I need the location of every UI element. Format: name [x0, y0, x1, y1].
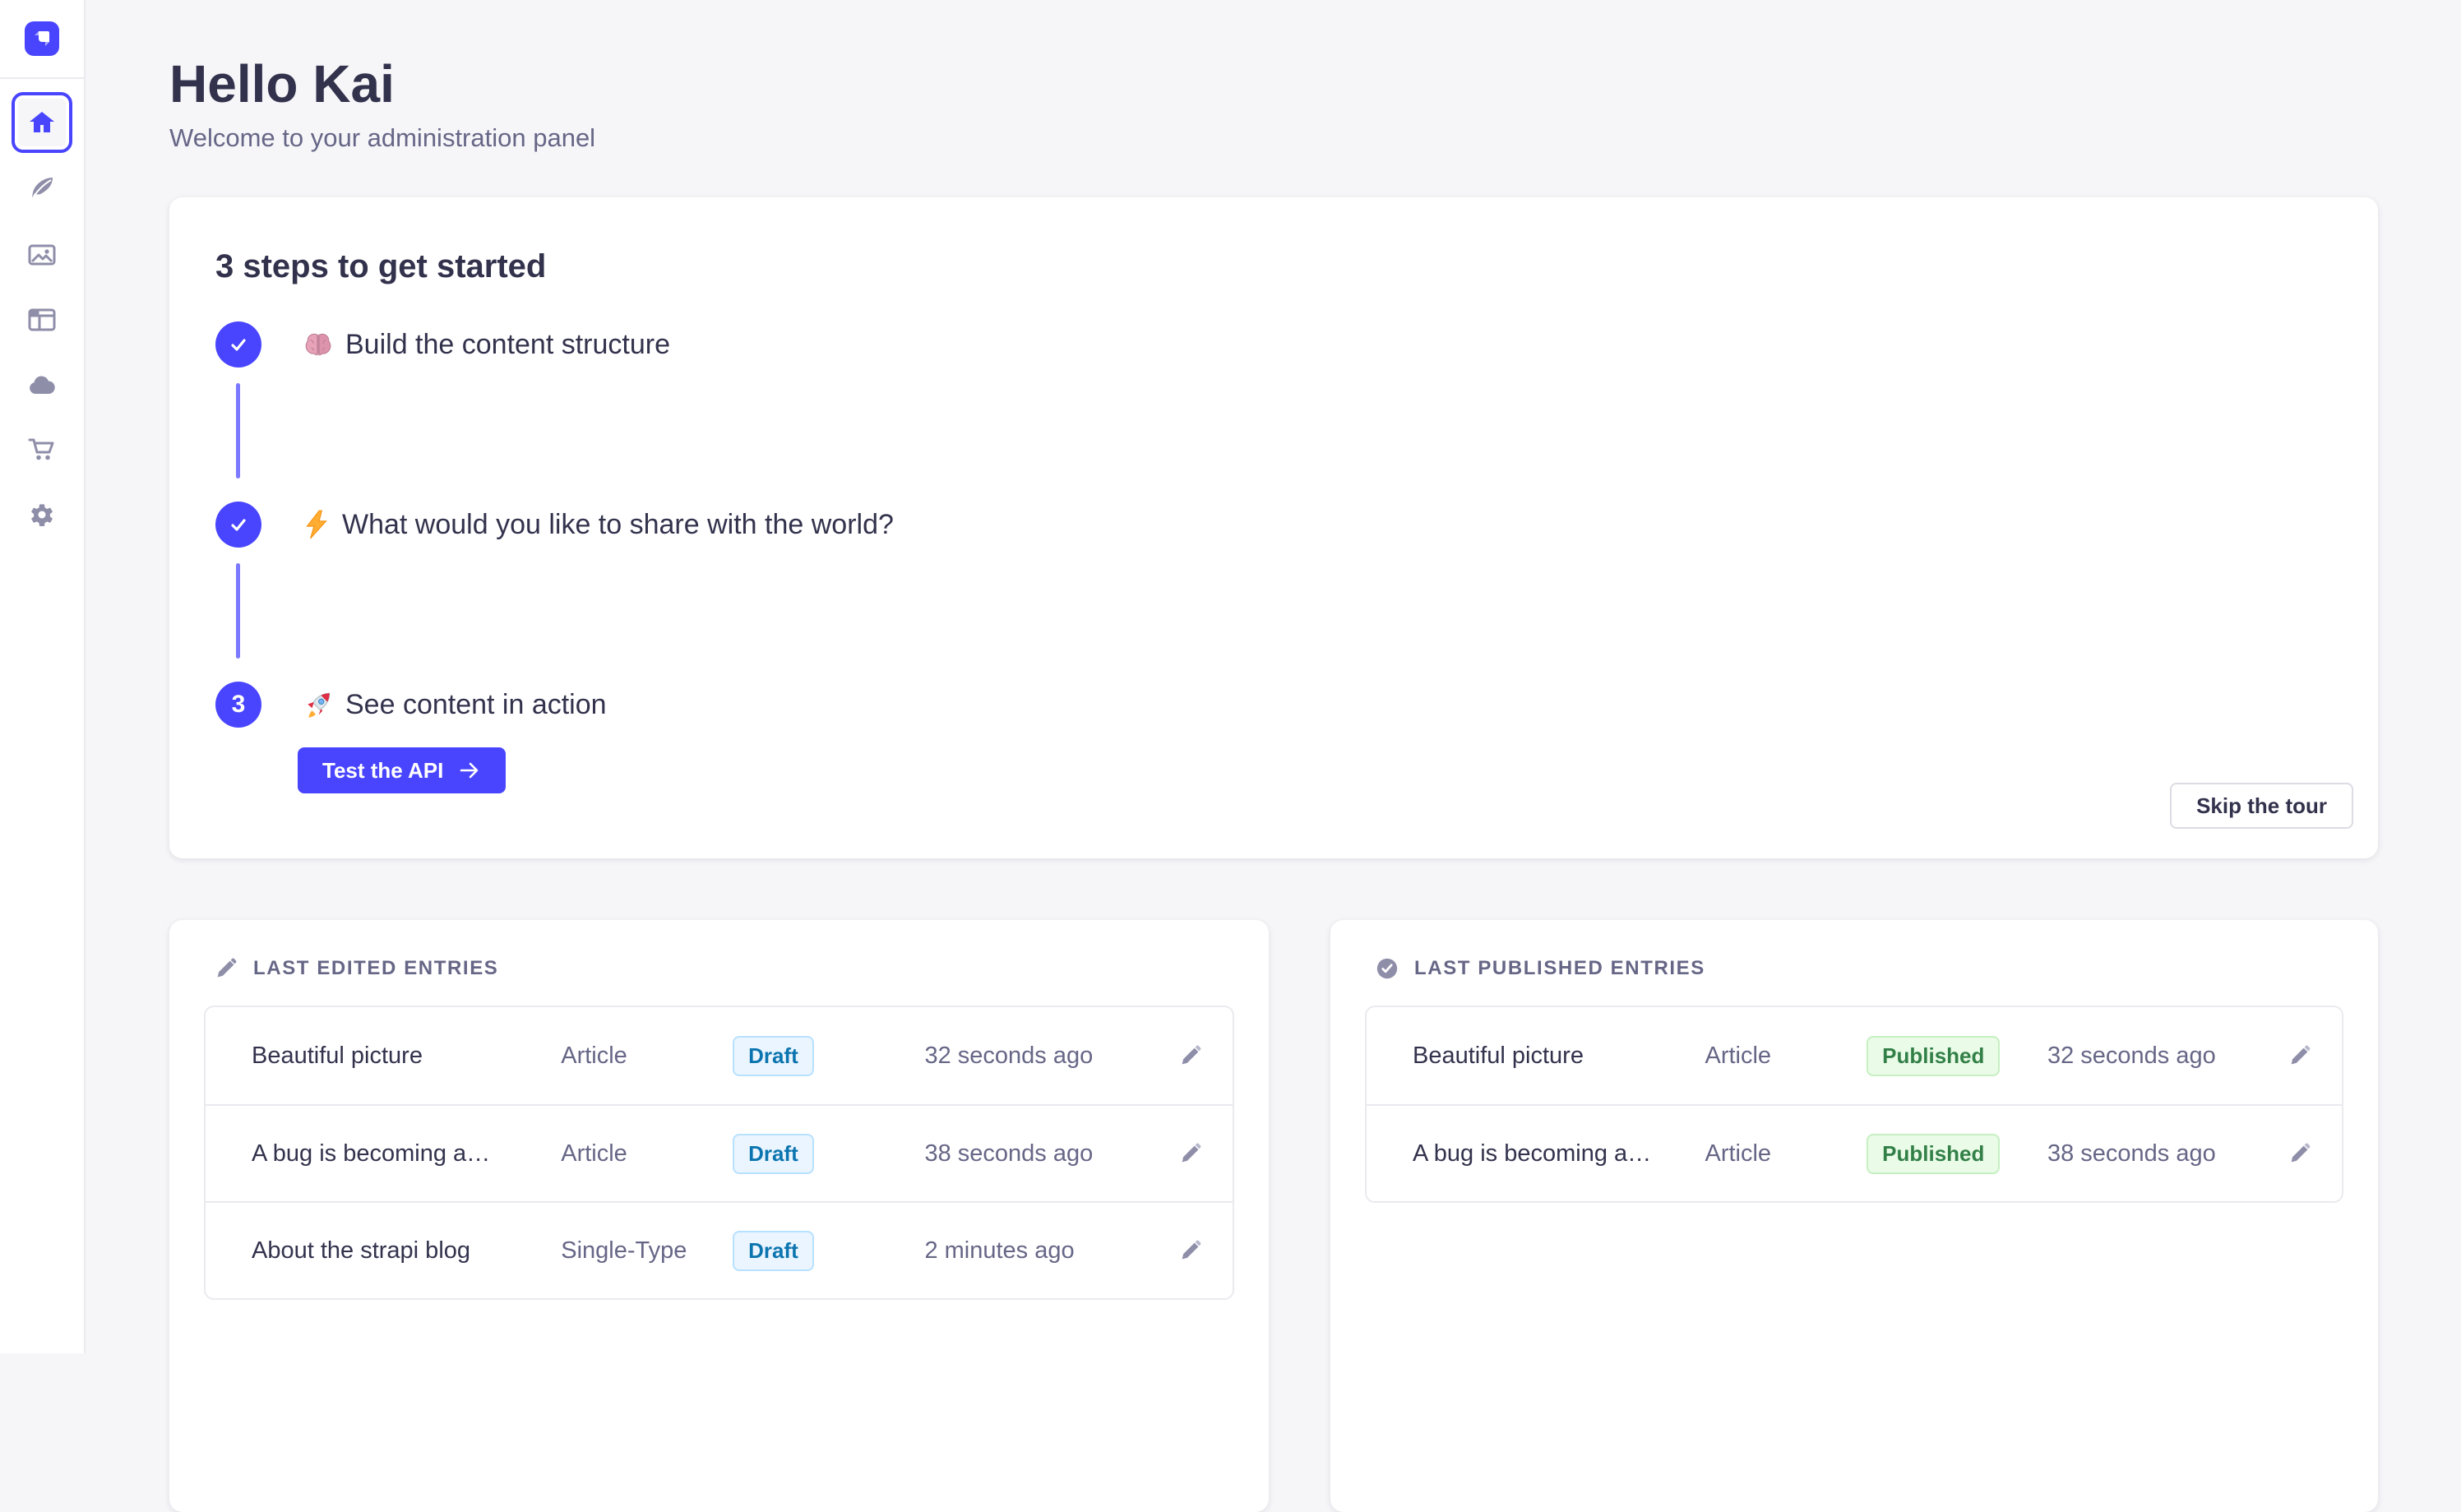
test-api-label: Test the API	[322, 758, 443, 784]
table-row: Beautiful picture Article Published 32 s…	[1367, 1007, 2342, 1104]
page-title: Hello Kai	[169, 54, 2378, 113]
step-2-label: What would you like to share with the wo…	[303, 509, 894, 541]
pencil-icon	[1178, 1043, 1203, 1068]
entry-kind: Article	[561, 1140, 733, 1168]
edit-entry-button[interactable]	[1157, 1043, 1203, 1068]
step-3-action: Test the API	[298, 747, 2332, 793]
onboarding-step-1: Build the content structure	[215, 321, 2332, 368]
step-1-text: Build the content structure	[345, 329, 670, 361]
last-published-header: LAST PUBLISHED ENTRIES	[1365, 956, 2343, 981]
entry-time: 38 seconds ago	[924, 1140, 1157, 1168]
entry-title: About the strapi blog	[252, 1237, 561, 1265]
step-3-number: 3	[232, 691, 246, 719]
rocket-emoji-icon	[303, 689, 334, 720]
entry-time: 32 seconds ago	[924, 1043, 1157, 1070]
entry-title: A bug is becoming a…	[1413, 1140, 1705, 1168]
sidebar-nav	[12, 79, 72, 543]
entry-title: Beautiful picture	[252, 1043, 561, 1070]
status-badge: Draft	[733, 1134, 814, 1174]
pencil-icon	[1178, 1238, 1203, 1263]
gear-icon	[25, 498, 58, 531]
entry-time: 38 seconds ago	[2047, 1140, 2266, 1168]
step-1-label: Build the content structure	[303, 329, 670, 361]
step-3-text: See content in action	[345, 689, 607, 721]
onboarding-title: 3 steps to get started	[215, 248, 2332, 285]
picture-icon	[25, 238, 58, 271]
edit-entry-button[interactable]	[2266, 1141, 2312, 1166]
entries-section: LAST EDITED ENTRIES Beautiful picture Ar…	[169, 920, 2378, 1512]
status-badge: Draft	[733, 1231, 814, 1271]
sidebar	[0, 0, 86, 1353]
table-row: Beautiful picture Article Draft 32 secon…	[206, 1007, 1233, 1104]
step-3-number-badge: 3	[215, 682, 261, 728]
page-subtitle: Welcome to your administration panel	[169, 123, 2378, 153]
step-2-done-badge	[215, 502, 261, 548]
pencil-icon	[214, 956, 238, 981]
onboarding-steps: Build the content structure What w	[215, 321, 2332, 793]
last-published-title: LAST PUBLISHED ENTRIES	[1414, 957, 1705, 980]
last-edited-title: LAST EDITED ENTRIES	[253, 957, 498, 980]
onboarding-step-2: What would you like to share with the wo…	[215, 502, 2332, 548]
entry-kind: Article	[561, 1043, 733, 1070]
entry-kind: Article	[1705, 1140, 1867, 1168]
pencil-icon	[2288, 1043, 2312, 1068]
entry-time: 32 seconds ago	[2047, 1043, 2266, 1070]
brain-emoji-icon	[303, 329, 334, 360]
status-badge: Draft	[733, 1036, 814, 1076]
sidebar-item-content-type-builder[interactable]	[14, 292, 70, 348]
step-1-done-badge	[215, 321, 261, 368]
step-connector	[236, 383, 240, 479]
cart-icon	[25, 433, 58, 466]
last-edited-header: LAST EDITED ENTRIES	[204, 956, 1234, 981]
strapi-admin-app: Hello Kai Welcome to your administration…	[0, 0, 2461, 1353]
sidebar-item-home[interactable]	[12, 92, 72, 153]
entry-time: 2 minutes ago	[924, 1237, 1157, 1265]
entry-title: A bug is becoming a…	[252, 1140, 561, 1168]
sidebar-item-marketplace[interactable]	[14, 422, 70, 478]
home-icon	[25, 106, 58, 139]
last-published-list: Beautiful picture Article Published 32 s…	[1365, 1006, 2343, 1203]
sidebar-item-content-manager[interactable]	[14, 162, 70, 218]
check-circle-icon	[1375, 956, 1399, 981]
table-row: A bug is becoming a… Article Draft 38 se…	[206, 1104, 1233, 1201]
last-published-panel: LAST PUBLISHED ENTRIES Beautiful picture…	[1330, 920, 2378, 1512]
last-edited-panel: LAST EDITED ENTRIES Beautiful picture Ar…	[169, 920, 1269, 1512]
pencil-icon	[1178, 1141, 1203, 1166]
cloud-icon	[25, 368, 58, 401]
table-row: About the strapi blog Single-Type Draft …	[206, 1201, 1233, 1298]
arrow-right-icon	[458, 759, 481, 782]
last-edited-list: Beautiful picture Article Draft 32 secon…	[204, 1006, 1234, 1300]
sidebar-item-cloud[interactable]	[14, 357, 70, 413]
sidebar-item-media-library[interactable]	[14, 227, 70, 283]
onboarding-step-3: 3 See content in action	[215, 682, 2332, 728]
strapi-logo	[25, 21, 59, 56]
skip-tour-button[interactable]: Skip the tour	[2170, 783, 2353, 829]
status-badge: Published	[1867, 1134, 2000, 1174]
entry-title: Beautiful picture	[1413, 1043, 1705, 1070]
check-icon	[226, 512, 251, 537]
lightning-emoji-icon	[303, 509, 331, 540]
sidebar-item-settings[interactable]	[14, 487, 70, 543]
step-connector	[236, 563, 240, 659]
edit-entry-button[interactable]	[1157, 1238, 1203, 1263]
step-2-text: What would you like to share with the wo…	[342, 509, 894, 541]
edit-entry-button[interactable]	[1157, 1141, 1203, 1166]
entry-kind: Single-Type	[561, 1237, 733, 1265]
step-3-label: See content in action	[303, 689, 607, 721]
test-api-button[interactable]: Test the API	[298, 747, 506, 793]
edit-entry-button[interactable]	[2266, 1043, 2312, 1068]
strapi-logo-icon	[29, 25, 55, 52]
feather-pen-icon	[25, 173, 58, 206]
layout-icon	[25, 303, 58, 336]
onboarding-card: 3 steps to get started	[169, 197, 2378, 858]
table-row: A bug is becoming a… Article Published 3…	[1367, 1104, 2342, 1201]
status-badge: Published	[1867, 1036, 2000, 1076]
entry-kind: Article	[1705, 1043, 1867, 1070]
check-icon	[226, 332, 251, 357]
main-content: Hello Kai Welcome to your administration…	[86, 0, 2461, 1353]
pencil-icon	[2288, 1141, 2312, 1166]
